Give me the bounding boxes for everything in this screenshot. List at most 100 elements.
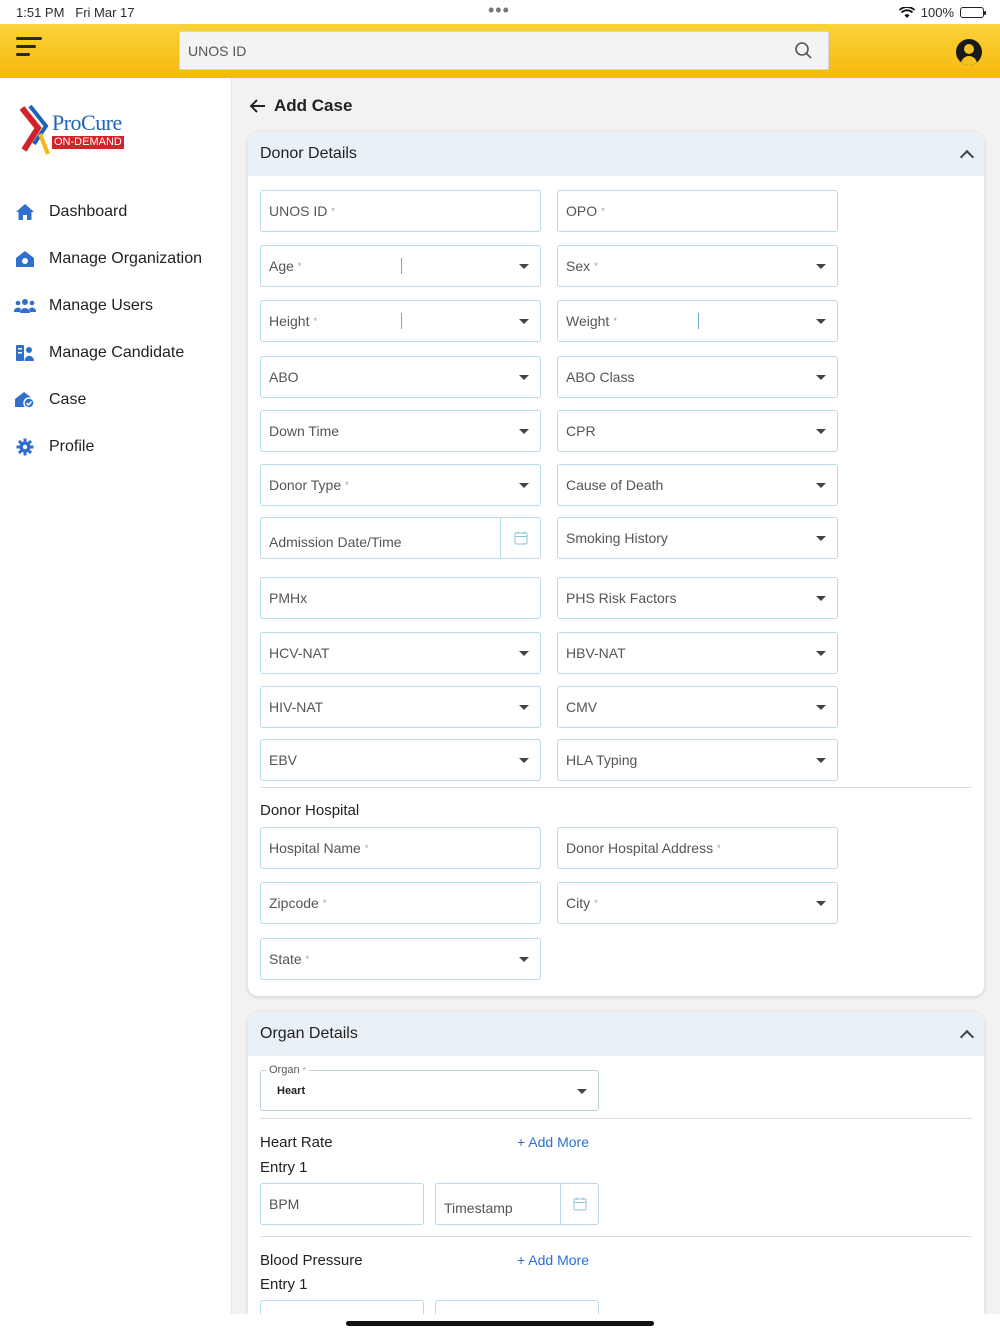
divider bbox=[260, 1118, 972, 1119]
search-input[interactable] bbox=[180, 32, 780, 69]
back-arrow-icon[interactable] bbox=[250, 99, 266, 113]
ebv-field[interactable]: EBV bbox=[260, 739, 541, 781]
blood-pressure-title: Blood Pressure bbox=[260, 1252, 363, 1269]
sidebar-item-profile[interactable]: Profile bbox=[14, 423, 224, 470]
age-field[interactable]: Age * bbox=[260, 245, 541, 287]
chevron-up-icon[interactable] bbox=[959, 1029, 975, 1045]
main-area: Add Case bbox=[248, 92, 984, 120]
logo-brand: ProCure bbox=[52, 110, 122, 135]
home-icon bbox=[14, 202, 36, 222]
diastolic-field[interactable] bbox=[435, 1300, 599, 1314]
zipcode-field[interactable]: Zipcode * bbox=[260, 882, 541, 924]
bpm-field[interactable]: BPM bbox=[260, 1183, 424, 1225]
donor-details-title: Donor Details bbox=[260, 145, 357, 162]
menu-icon[interactable] bbox=[16, 37, 44, 63]
smoking-history-field[interactable]: Smoking History bbox=[557, 517, 838, 559]
candidate-icon bbox=[14, 343, 36, 363]
city-field[interactable]: City * bbox=[557, 882, 838, 924]
donor-details-header[interactable]: Donor Details bbox=[248, 132, 984, 176]
timestamp-field[interactable]: Timestamp bbox=[435, 1183, 599, 1225]
status-bar: 1:51 PM Fri Mar 17 ••• 100% bbox=[0, 0, 1000, 24]
dropdown-caret-icon bbox=[577, 1089, 587, 1094]
organ-details-title: Organ Details bbox=[260, 1025, 358, 1042]
hcv-nat-field[interactable]: HCV-NAT bbox=[260, 632, 541, 674]
sidebar-item-label: Dashboard bbox=[49, 202, 128, 220]
sidebar-item-case[interactable]: Case bbox=[14, 376, 224, 423]
organ-details-header[interactable]: Organ Details bbox=[248, 1012, 984, 1056]
dropdown-caret-icon bbox=[816, 319, 826, 324]
dropdown-caret-icon bbox=[816, 375, 826, 380]
sidebar-item-label: Case bbox=[49, 390, 87, 408]
chevron-up-icon[interactable] bbox=[959, 149, 975, 165]
opo-field[interactable]: OPO * bbox=[557, 190, 838, 232]
dropdown-caret-icon bbox=[816, 651, 826, 656]
pmhx-field[interactable]: PMHx bbox=[260, 577, 541, 619]
sidebar-item-manage-candidate[interactable]: Manage Candidate bbox=[14, 329, 224, 376]
dropdown-caret-icon bbox=[816, 596, 826, 601]
heart-rate-title: Heart Rate bbox=[260, 1134, 333, 1151]
phs-risk-factors-field[interactable]: PHS Risk Factors bbox=[557, 577, 838, 619]
weight-field[interactable]: Weight * bbox=[557, 300, 838, 342]
abo-class-field[interactable]: ABO Class bbox=[557, 356, 838, 398]
home-indicator[interactable] bbox=[346, 1321, 654, 1326]
battery-icon bbox=[960, 7, 986, 18]
heart-rate-add-more-button[interactable]: + Add More bbox=[517, 1134, 589, 1150]
case-icon bbox=[14, 390, 36, 410]
donor-hospital-title: Donor Hospital bbox=[260, 802, 360, 819]
cause-of-death-field[interactable]: Cause of Death bbox=[557, 464, 838, 506]
dropdown-caret-icon bbox=[519, 375, 529, 380]
hla-typing-field[interactable]: HLA Typing bbox=[557, 739, 838, 781]
dropdown-caret-icon bbox=[816, 536, 826, 541]
hbv-nat-field[interactable]: HBV-NAT bbox=[557, 632, 838, 674]
page-title: Add Case bbox=[274, 96, 353, 115]
dropdown-caret-icon bbox=[816, 483, 826, 488]
donor-hospital-address-field[interactable]: Donor Hospital Address * bbox=[557, 827, 838, 869]
multitask-dots[interactable]: ••• bbox=[488, 0, 510, 21]
donor-type-field[interactable]: Donor Type * bbox=[260, 464, 541, 506]
sidebar-item-manage-users[interactable]: Manage Users bbox=[14, 282, 224, 329]
admission-datetime-field[interactable]: Admission Date/Time bbox=[260, 517, 541, 559]
state-field[interactable]: State * bbox=[260, 938, 541, 980]
search-icon[interactable] bbox=[794, 41, 814, 61]
sex-field[interactable]: Sex * bbox=[557, 245, 838, 287]
dropdown-caret-icon bbox=[519, 264, 529, 269]
account-icon[interactable] bbox=[956, 39, 982, 65]
cpr-field[interactable]: CPR bbox=[557, 410, 838, 452]
abo-field[interactable]: ABO bbox=[260, 356, 541, 398]
sidebar-item-dashboard[interactable]: Dashboard bbox=[14, 188, 224, 235]
cmv-field[interactable]: CMV bbox=[557, 686, 838, 728]
sidebar-item-manage-organization[interactable]: Manage Organization bbox=[14, 235, 224, 282]
calendar-icon[interactable] bbox=[560, 1184, 598, 1224]
dropdown-caret-icon bbox=[816, 758, 826, 763]
dropdown-caret-icon bbox=[816, 264, 826, 269]
status-right: 100% bbox=[898, 5, 986, 20]
organ-select[interactable]: Heart bbox=[260, 1070, 599, 1111]
down-time-field[interactable]: Down Time bbox=[260, 410, 541, 452]
hiv-nat-field[interactable]: HIV-NAT bbox=[260, 686, 541, 728]
logo-mark-icon bbox=[19, 104, 50, 155]
page-header: Add Case bbox=[250, 92, 984, 120]
dropdown-caret-icon bbox=[519, 705, 529, 710]
sidebar-item-label: Manage Users bbox=[49, 296, 154, 314]
users-icon bbox=[14, 296, 36, 316]
dropdown-caret-icon bbox=[519, 758, 529, 763]
dropdown-caret-icon bbox=[816, 901, 826, 906]
blood-pressure-entry-label: Entry 1 bbox=[260, 1276, 308, 1293]
dropdown-caret-icon bbox=[519, 483, 529, 488]
status-time: 1:51 PM Fri Mar 17 bbox=[16, 5, 135, 20]
organ-label: Organ * bbox=[266, 1064, 309, 1076]
battery-percent: 100% bbox=[920, 5, 954, 20]
dropdown-caret-icon bbox=[519, 429, 529, 434]
systolic-field[interactable] bbox=[260, 1300, 424, 1314]
gear-icon bbox=[14, 437, 36, 457]
unos-id-field[interactable]: UNOS ID * bbox=[260, 190, 541, 232]
dropdown-caret-icon bbox=[816, 429, 826, 434]
height-field[interactable]: Height * bbox=[260, 300, 541, 342]
hospital-name-field[interactable]: Hospital Name * bbox=[260, 827, 541, 869]
calendar-icon[interactable] bbox=[500, 518, 540, 558]
dropdown-caret-icon bbox=[519, 651, 529, 656]
dropdown-caret-icon bbox=[519, 319, 529, 324]
blood-pressure-add-more-button[interactable]: + Add More bbox=[517, 1252, 589, 1268]
search-box bbox=[179, 31, 829, 70]
dropdown-caret-icon bbox=[519, 957, 529, 962]
